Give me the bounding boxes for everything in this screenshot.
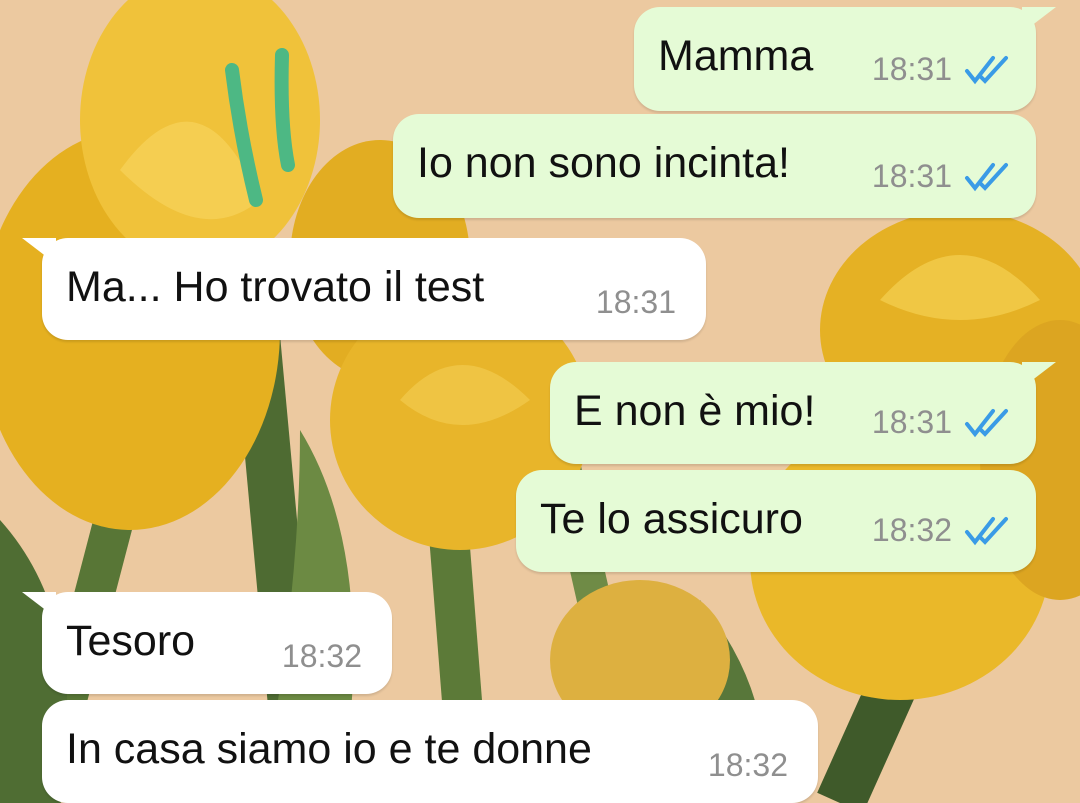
double-check-icon bbox=[965, 409, 1008, 438]
message-incoming[interactable]: Tesoro 18:32 bbox=[22, 592, 392, 694]
message-outgoing[interactable]: E non è mio! 18:31 bbox=[550, 362, 1056, 464]
message-text: Te lo assicuro bbox=[540, 495, 803, 543]
message-time: 18:31 bbox=[595, 284, 676, 320]
message-incoming[interactable]: In casa siamo io e te donne 18:32 bbox=[42, 700, 818, 803]
message-time: 18:31 bbox=[871, 158, 952, 194]
message-text: In casa siamo io e te donne bbox=[66, 725, 592, 773]
message-text: Ma... Ho trovato il test bbox=[66, 263, 485, 311]
message-text: Mamma bbox=[658, 32, 814, 80]
message-time: 18:31 bbox=[871, 404, 952, 440]
message-text: Io non sono incinta! bbox=[417, 139, 790, 187]
message-time: 18:32 bbox=[871, 512, 952, 548]
message-outgoing[interactable]: Io non sono incinta! 18:31 bbox=[393, 114, 1036, 218]
message-outgoing[interactable]: Mamma 18:31 bbox=[634, 7, 1056, 111]
double-check-icon bbox=[965, 163, 1008, 192]
message-time: 18:32 bbox=[281, 638, 362, 674]
message-time: 18:31 bbox=[871, 51, 952, 87]
double-check-icon bbox=[965, 56, 1008, 85]
bubble-tail bbox=[1022, 7, 1056, 33]
message-text: E non è mio! bbox=[574, 387, 816, 435]
message-incoming[interactable]: Ma... Ho trovato il test 18:31 bbox=[22, 238, 706, 340]
bubble-tail bbox=[22, 592, 56, 618]
double-check-icon bbox=[965, 517, 1008, 546]
bubble-tail bbox=[22, 238, 56, 264]
bubble-tail bbox=[1022, 362, 1056, 388]
conversation: Mamma 18:31 Io non sono incinta! 18:31 M… bbox=[0, 0, 1080, 803]
message-outgoing[interactable]: Te lo assicuro 18:32 bbox=[516, 470, 1036, 572]
message-time: 18:32 bbox=[707, 747, 788, 783]
message-text: Tesoro bbox=[66, 617, 196, 665]
